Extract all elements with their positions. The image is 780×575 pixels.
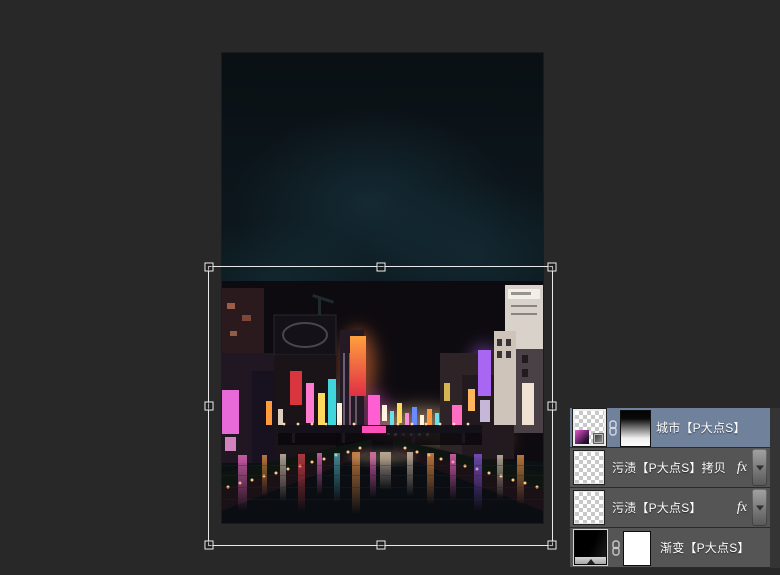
chevron-down-icon [755, 505, 764, 510]
free-transform-box[interactable] [204, 262, 557, 550]
effects-collapse-button[interactable] [752, 449, 767, 486]
layers-panel-edge [770, 408, 780, 568]
link-icon [612, 540, 620, 556]
workspace: 城市【P大点S】 污渍【P大点S】拷贝 fx 污渍【P大点S】 fx 渐变【P大… [0, 0, 780, 575]
layer-name: 污渍【P大点S】拷贝 [612, 461, 727, 475]
transform-handle-top-right[interactable] [547, 262, 557, 272]
layer-thumbnail[interactable] [574, 451, 604, 484]
layer-row-stain[interactable]: 污渍【P大点S】 fx [570, 488, 770, 527]
transform-handle-bottom-left[interactable] [204, 540, 214, 550]
link-icon [609, 420, 617, 436]
transform-handle-top-left[interactable] [204, 262, 214, 272]
layer-row-stain-copy[interactable]: 污渍【P大点S】拷贝 fx [570, 448, 770, 487]
smart-object-badge-icon [593, 433, 604, 444]
layer-thumbnail[interactable] [574, 491, 604, 524]
transform-handle-bottom-middle[interactable] [376, 540, 385, 550]
gradient-stop-marker [587, 559, 596, 564]
layers-panel: 城市【P大点S】 污渍【P大点S】拷贝 fx 污渍【P大点S】 fx 渐变【P大… [570, 408, 780, 568]
layer-effects-fx-icon: fx [736, 459, 747, 475]
layer-mask-thumbnail[interactable] [623, 531, 651, 566]
layer-name: 污渍【P大点S】 [612, 501, 702, 515]
layer-mask-thumbnail[interactable] [620, 410, 651, 447]
transform-handle-bottom-right[interactable] [547, 540, 557, 550]
layer-row-gradient[interactable]: 渐变【P大点S】 [570, 528, 770, 567]
layer-thumbnail[interactable] [573, 409, 606, 446]
layer-name: 城市【P大点S】 [656, 421, 746, 435]
transform-handle-top-middle[interactable] [376, 262, 385, 272]
layer-effects-fx-icon: fx [736, 499, 747, 515]
transform-handle-middle-left[interactable] [204, 401, 214, 411]
layer-name: 渐变【P大点S】 [660, 541, 750, 555]
transform-handle-middle-right[interactable] [547, 401, 557, 411]
layer-row-city[interactable]: 城市【P大点S】 [570, 408, 770, 447]
chevron-down-icon [755, 465, 764, 470]
layer-content-preview [575, 430, 589, 444]
gradient-preview [575, 531, 606, 558]
gradient-fill-thumbnail[interactable] [573, 529, 608, 566]
effects-collapse-button[interactable] [752, 489, 767, 526]
